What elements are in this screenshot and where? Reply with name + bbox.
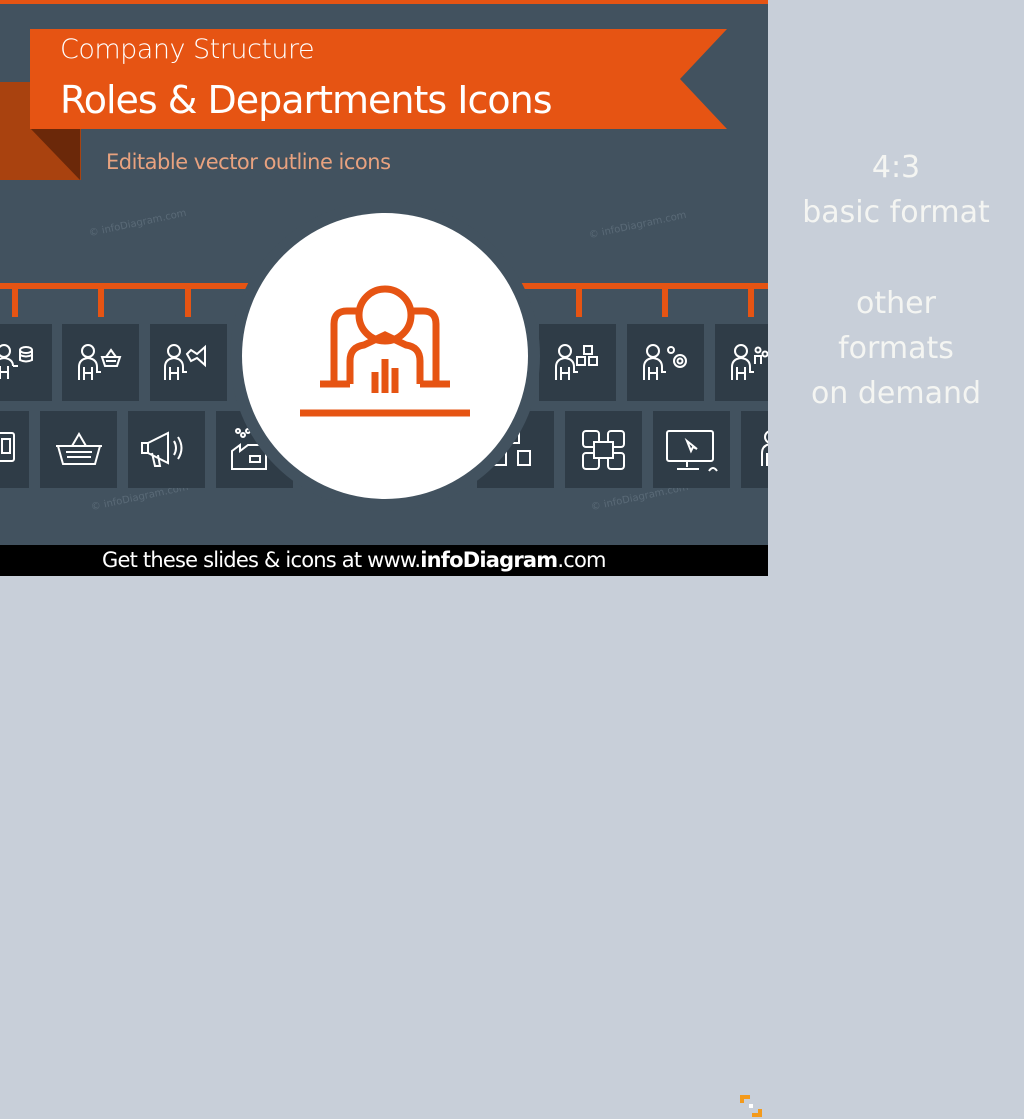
marketing-manager-icon <box>164 344 206 380</box>
side-panel: 4:3 basic format other formats on demand <box>768 0 1024 576</box>
shopping-basket-icon <box>56 432 102 465</box>
tile-finance-manager[interactable] <box>0 324 52 401</box>
hr-manager-icon <box>731 344 768 380</box>
subtitle: Editable vector outline icons <box>106 150 391 174</box>
featured-icon-circle <box>242 213 528 499</box>
tile-logistics-manager[interactable] <box>539 324 616 401</box>
other-formats-line1: other <box>856 286 936 321</box>
watermark: © infoDiagram.com <box>587 209 688 242</box>
tile-hr-manager[interactable] <box>715 324 768 401</box>
tile-marketing-manager[interactable] <box>150 324 227 401</box>
footer-banner: Get these slides & icons at www.infoDiag… <box>0 545 768 1117</box>
manager-with-chart-icon <box>300 285 470 417</box>
logistics-manager-icon <box>555 344 598 380</box>
safe-icon <box>0 432 15 462</box>
tile-network-structure[interactable] <box>565 411 642 488</box>
finance-manager-icon <box>0 344 33 379</box>
tile-purchasing-manager[interactable] <box>62 324 139 401</box>
person-icon <box>761 430 768 466</box>
tile-operations-manager[interactable] <box>627 324 704 401</box>
computer-screen-icon <box>666 430 718 472</box>
tile-megaphone[interactable] <box>128 411 205 488</box>
slide-canvas: Company Structure Roles & Departments Ic… <box>0 0 768 545</box>
format-label: basic format <box>802 195 990 230</box>
infodiagram-logo-icon <box>740 1095 762 1117</box>
watermark: © infoDiagram.com <box>87 207 188 240</box>
format-ratio: 4:3 <box>871 150 921 185</box>
purchasing-manager-icon <box>78 344 122 380</box>
operations-manager-icon <box>643 344 687 380</box>
other-formats-line3: on demand <box>810 376 982 411</box>
footer-brand: infoDiagram <box>420 548 558 572</box>
tile-person[interactable] <box>741 411 768 488</box>
other-formats-line2: formats <box>838 331 954 366</box>
megaphone-icon <box>141 431 183 467</box>
title-line-2: Roles & Departments Icons <box>60 78 553 122</box>
network-structure-icon <box>582 430 625 470</box>
ribbon-fold-shadow <box>30 128 80 180</box>
tile-computer-screen[interactable] <box>653 411 730 488</box>
top-accent-bar <box>0 0 768 4</box>
tile-shopping-basket[interactable] <box>40 411 117 488</box>
tile-safe[interactable] <box>0 411 29 488</box>
footer-promo-text[interactable]: Get these slides & icons at www.infoDiag… <box>102 548 607 572</box>
title-line-1: Company Structure <box>60 34 315 65</box>
